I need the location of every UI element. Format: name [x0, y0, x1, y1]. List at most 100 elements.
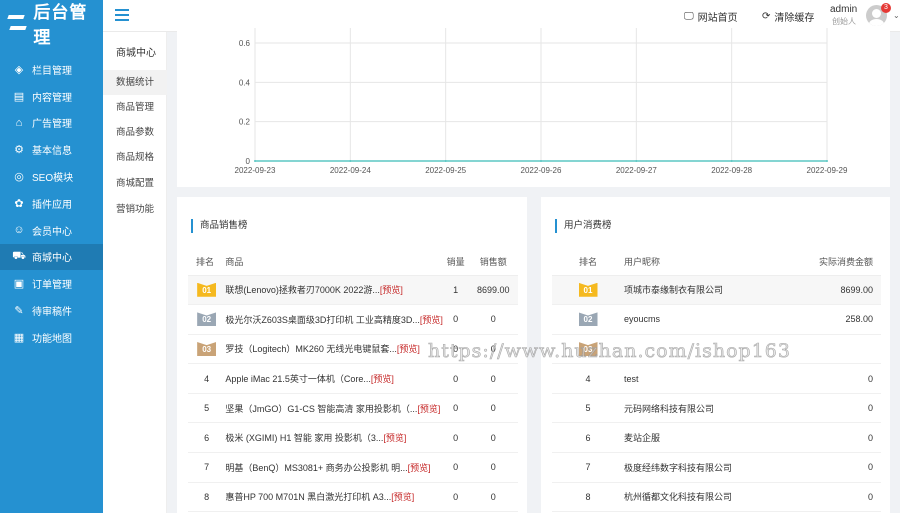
product-cell: 坚果（JmGO）G1-CS 智能高清 家用投影机（...[预览] [225, 393, 443, 424]
sidebar-item[interactable]: ✿ 插件应用 [0, 190, 103, 217]
clear-cache-link[interactable]: ⟳ 清除缓存 [762, 9, 814, 24]
preview-link[interactable]: [预览] [397, 344, 420, 354]
x-tick-label: 2022-09-29 [807, 166, 848, 175]
product-cell: 惠普HP 700 M701N 黑白激光打印机 A3...[预览] [225, 482, 443, 513]
user-nickname-cell: 麦站企服 [624, 422, 791, 454]
submenu-item[interactable]: 商品参数 [103, 120, 167, 145]
submenu-item[interactable]: 商城配置 [103, 171, 167, 196]
sidebar-item[interactable]: ◈ 栏目管理 [0, 56, 103, 83]
rank-cell: 03 [552, 334, 624, 365]
user-nickname-cell: test [624, 363, 791, 394]
user-name[interactable]: admin [830, 4, 857, 15]
rank-cell: 7 [188, 452, 226, 483]
preview-link[interactable]: [预览] [383, 433, 406, 443]
product-name[interactable]: 极光尔沃Z603S桌面级3D打印机 工业高精度3D... [225, 315, 420, 325]
col-actual-amount: 实际消费金额 [791, 249, 881, 276]
sidebar-item-label: 内容管理 [32, 92, 72, 104]
order-icon: ▣ [13, 278, 25, 291]
rank-medal-icon: 01 [578, 282, 598, 297]
product-name[interactable]: 明基（BenQ）MS3081+ 商务办公投影机 明... [225, 463, 407, 473]
rank-cell: 6 [552, 422, 624, 454]
x-tick-label: 2022-09-27 [616, 166, 657, 175]
submenu-item[interactable]: 商品管理 [103, 95, 167, 120]
preview-link[interactable]: [预览] [380, 285, 403, 295]
y-tick-label: 0 [246, 157, 251, 166]
cart-icon: ⛟ [12, 249, 26, 262]
rank-cell: 6 [188, 422, 226, 454]
chevron-down-icon[interactable]: ⌄ [893, 11, 900, 20]
sidebar-item[interactable]: ▣ 订单管理 [0, 270, 103, 297]
grid-icon: ▦ [13, 331, 25, 344]
amount-cell: 0 [791, 422, 881, 454]
sidebar-item[interactable]: ☺ 会员中心 [0, 217, 103, 244]
sidebar-item-label: 待审稿件 [32, 307, 72, 319]
submenu-item[interactable]: 数据统计 [103, 70, 167, 95]
sidebar-item[interactable]: ⚙ 基本信息 [0, 136, 103, 163]
preview-link[interactable]: [预览] [371, 374, 394, 384]
product-name[interactable]: 惠普HP 700 M701N 黑白激光打印机 A3... [225, 492, 391, 502]
col-rank: 排名 [188, 249, 226, 276]
product-cell: 联想(Lenovo)拯救者刃7000K 2022游...[预览] [225, 275, 443, 306]
sales-cell: 0 [442, 363, 469, 394]
amount-cell: 0 [468, 363, 518, 394]
table-row: 8 杭州循都文化科技有限公司 0 [552, 482, 881, 513]
table-row: 4 Apple iMac 21.5英寸一体机（Core...[预览] 0 0 [188, 363, 518, 394]
clear-cache-label: 清除缓存 [774, 13, 815, 24]
sales-cell: 0 [442, 452, 469, 483]
table-row: 03 [552, 334, 881, 365]
product-name[interactable]: 坚果（JmGO）G1-CS 智能高清 家用投影机（... [225, 404, 417, 414]
layers-icon: ◈ [14, 63, 24, 76]
monitor-icon: 🖵 [684, 11, 694, 22]
product-name[interactable]: Apple iMac 21.5英寸一体机（Core... [225, 374, 371, 384]
user-consumption-ranking-card: 用户消费榜 排名 用户昵称 实际消费金额 01 项城市泰缘制衣有限公司 8699.0… [541, 197, 890, 513]
rank-medal-icon: 01 [197, 282, 217, 297]
product-name[interactable]: 极米 (XGIMI) H1 智能 家用 投影机（3... [225, 433, 383, 443]
sidebar-item[interactable]: ⌂ 广告管理 [0, 110, 103, 137]
amount-cell: 258.00 [791, 304, 881, 335]
amount-cell: 0 [791, 452, 881, 483]
product-name[interactable]: 罗技（Logitech）MK260 无线光电键鼠套... [225, 344, 397, 354]
preview-link[interactable]: [预览] [408, 463, 431, 473]
x-tick-label: 2022-09-28 [711, 166, 752, 175]
rank-cell: 03 [188, 334, 226, 365]
logo[interactable]: 后台管理 [0, 0, 103, 47]
rank-medal-icon: 02 [197, 312, 217, 327]
sidebar-item[interactable]: ✎ 待审稿件 [0, 297, 103, 324]
product-sales-ranking-title: 商品销售榜 [191, 219, 248, 233]
rank-medal-icon: 03 [197, 341, 217, 356]
preview-link[interactable]: [预览] [391, 492, 414, 502]
product-name[interactable]: 联想(Lenovo)拯救者刃7000K 2022游... [225, 285, 380, 295]
col-sales: 销量 [442, 249, 469, 276]
x-tick-label: 2022-09-25 [425, 166, 466, 175]
notification-badge: 3 [881, 3, 891, 13]
user-nickname-cell: eyoucms [624, 304, 791, 335]
sidebar-item[interactable]: ⛟ 商城中心 [0, 243, 103, 271]
menu-toggle-icon[interactable] [115, 9, 129, 21]
sidebar-item-label: 功能地图 [32, 333, 72, 345]
site-home-link[interactable]: 🖵 网站首页 [684, 9, 738, 24]
data-point [635, 160, 638, 162]
user-nickname-cell: 元码网络科技有限公司 [624, 393, 791, 424]
x-tick-label: 2022-09-24 [330, 166, 371, 175]
document-icon: ▤ [13, 90, 25, 103]
amount-cell: 0 [468, 422, 518, 454]
submenu-item[interactable]: 商品规格 [103, 145, 167, 170]
preview-link[interactable]: [预览] [420, 315, 443, 325]
sidebar-item[interactable]: ▦ 功能地图 [0, 324, 103, 351]
user-nickname-cell: 项城市泰缘制衣有限公司 [624, 275, 791, 306]
submenu-item[interactable]: 营销功能 [103, 197, 167, 222]
site-home-label: 网站首页 [697, 13, 738, 24]
rank-cell: 02 [552, 304, 624, 335]
home-icon: ⌂ [15, 116, 23, 129]
col-amount: 销售额 [468, 249, 518, 276]
amount-cell: 0 [791, 482, 881, 513]
product-cell: 明基（BenQ）MS3081+ 商务办公投影机 明...[预览] [225, 452, 443, 483]
sales-cell: 0 [442, 393, 469, 424]
logo-text: 后台管理 [33, 3, 88, 47]
sidebar-item[interactable]: ▤ 内容管理 [0, 83, 103, 110]
table-row: 02 eyoucms 258.00 [552, 304, 881, 335]
sidebar-item[interactable]: ◎ SEO模块 [0, 163, 103, 190]
amount-cell: 0 [791, 393, 881, 424]
user-nickname-cell: 杭州循都文化科技有限公司 [624, 482, 791, 513]
preview-link[interactable]: [预览] [417, 404, 440, 414]
